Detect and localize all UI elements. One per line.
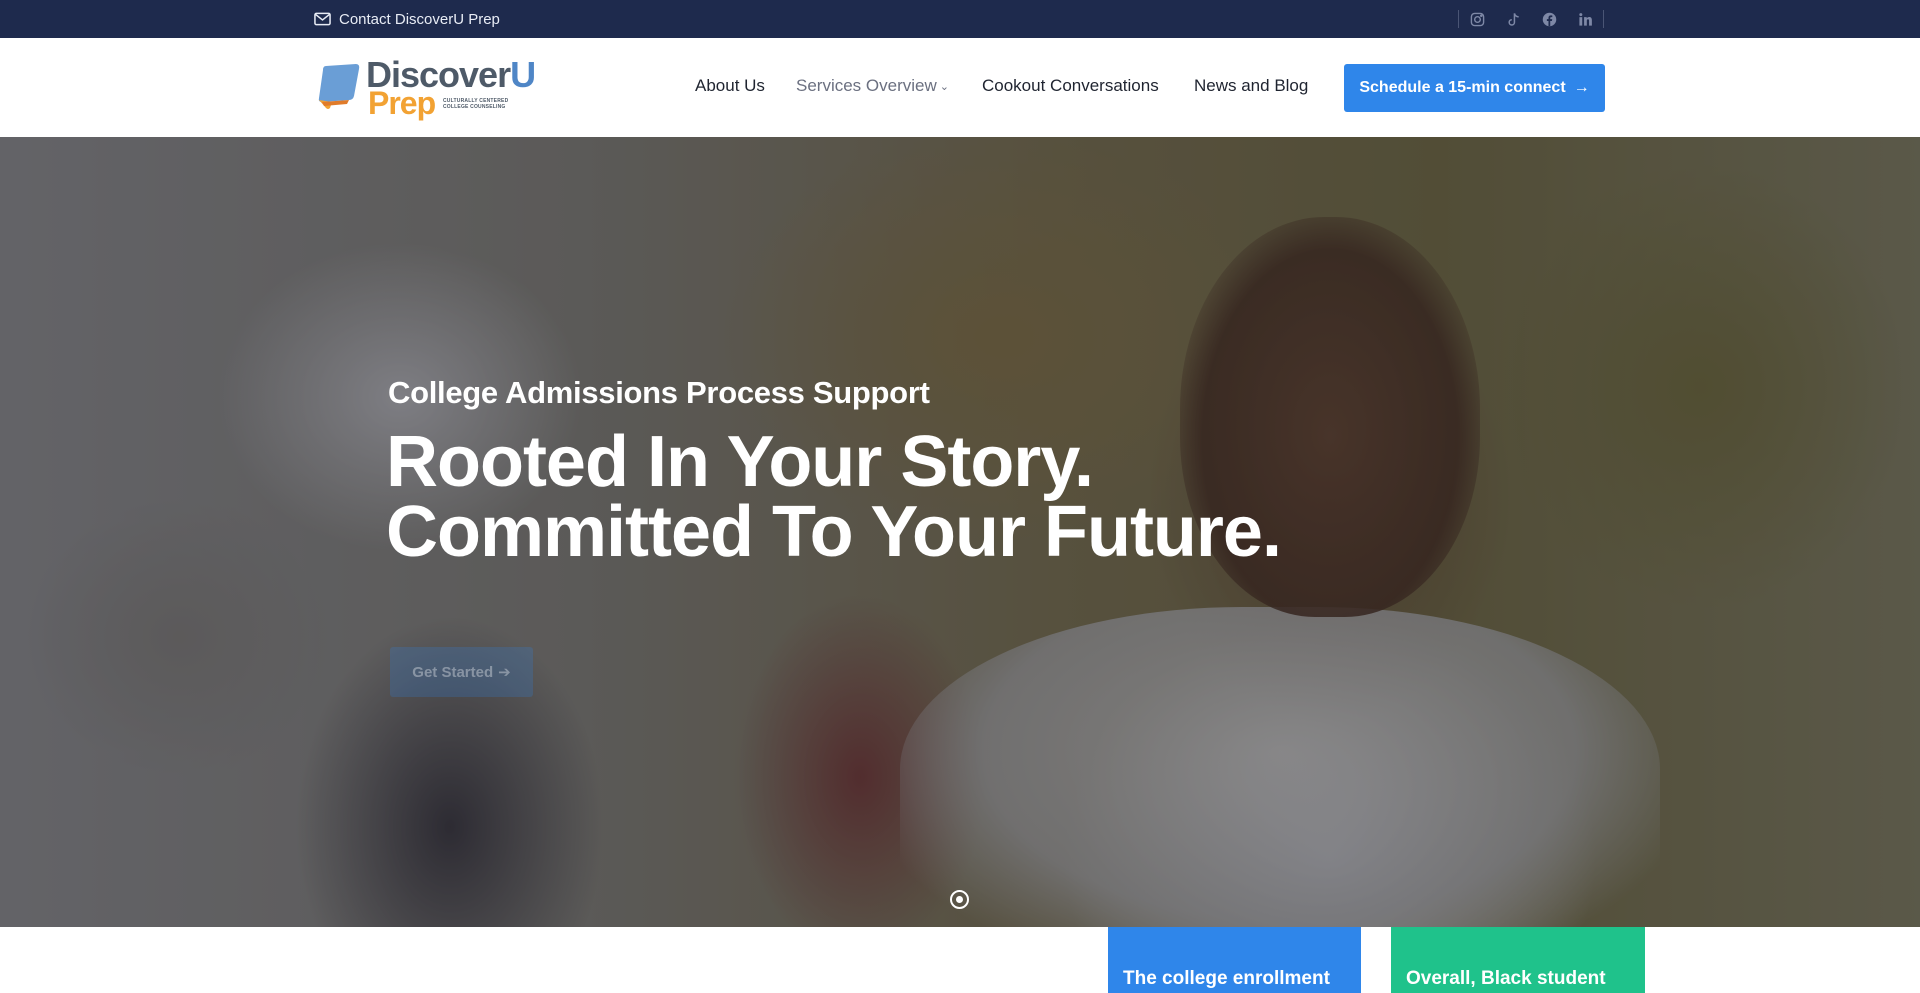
divider bbox=[1603, 10, 1604, 28]
site-header: DiscoverU Prep CULTURALLY CENTERED COLLE… bbox=[0, 38, 1920, 137]
instagram-icon bbox=[1470, 12, 1484, 26]
nav-about-us[interactable]: About Us bbox=[695, 76, 765, 96]
chevron-down-icon: ⌄ bbox=[939, 81, 949, 93]
stat-card-black-students: Overall, Black student bbox=[1391, 927, 1645, 993]
contact-link[interactable]: Contact DiscoverU Prep bbox=[314, 0, 500, 38]
contact-label: Contact DiscoverU Prep bbox=[339, 10, 500, 28]
get-started-button[interactable]: Get Started ➔ bbox=[390, 647, 533, 697]
logo-mark-icon bbox=[318, 64, 360, 109]
linkedin-icon bbox=[1578, 12, 1592, 26]
nav-cookout-conversations[interactable]: Cookout Conversations bbox=[982, 76, 1159, 96]
logo[interactable]: DiscoverU Prep CULTURALLY CENTERED COLLE… bbox=[312, 56, 536, 121]
stat-card-enrollment: The college enrollment bbox=[1108, 927, 1361, 993]
logo-tagline: CULTURALLY CENTERED COLLEGE COUNSELING bbox=[443, 98, 509, 110]
nav-services-label: Services Overview bbox=[796, 76, 937, 95]
tiktok-link[interactable] bbox=[1495, 0, 1531, 38]
arrow-right-icon: → bbox=[1573, 79, 1590, 96]
top-bar: Contact DiscoverU Prep bbox=[0, 0, 1920, 38]
hero-eyebrow: College Admissions Process Support bbox=[388, 375, 930, 410]
get-started-label: Get Started bbox=[412, 663, 494, 681]
facebook-link[interactable] bbox=[1531, 0, 1567, 38]
hero-headline: Rooted In Your Story. Committed To Your … bbox=[386, 422, 1282, 572]
scroll-indicator-icon[interactable] bbox=[950, 890, 969, 909]
facebook-icon bbox=[1542, 12, 1556, 26]
hero-headline-line-1: Rooted In Your Story. bbox=[386, 422, 1094, 502]
nav-news-and-blog[interactable]: News and Blog bbox=[1194, 76, 1308, 96]
schedule-connect-label: Schedule a 15-min connect bbox=[1359, 79, 1566, 96]
tiktok-icon bbox=[1507, 12, 1519, 26]
arrow-right-icon: ➔ bbox=[498, 664, 511, 681]
instagram-link[interactable] bbox=[1459, 0, 1495, 38]
social-links bbox=[1458, 0, 1604, 38]
envelope-icon bbox=[314, 12, 331, 26]
logo-wordmark-prep: Prep bbox=[368, 85, 436, 121]
schedule-connect-button[interactable]: Schedule a 15-min connect → bbox=[1344, 64, 1605, 112]
hero-headline-line-2: Committed To Your Future. bbox=[386, 492, 1282, 572]
linkedin-link[interactable] bbox=[1567, 0, 1603, 38]
nav-services-overview[interactable]: Services Overview ⌄ bbox=[796, 76, 949, 96]
hero-section: College Admissions Process Support Roote… bbox=[0, 137, 1920, 927]
